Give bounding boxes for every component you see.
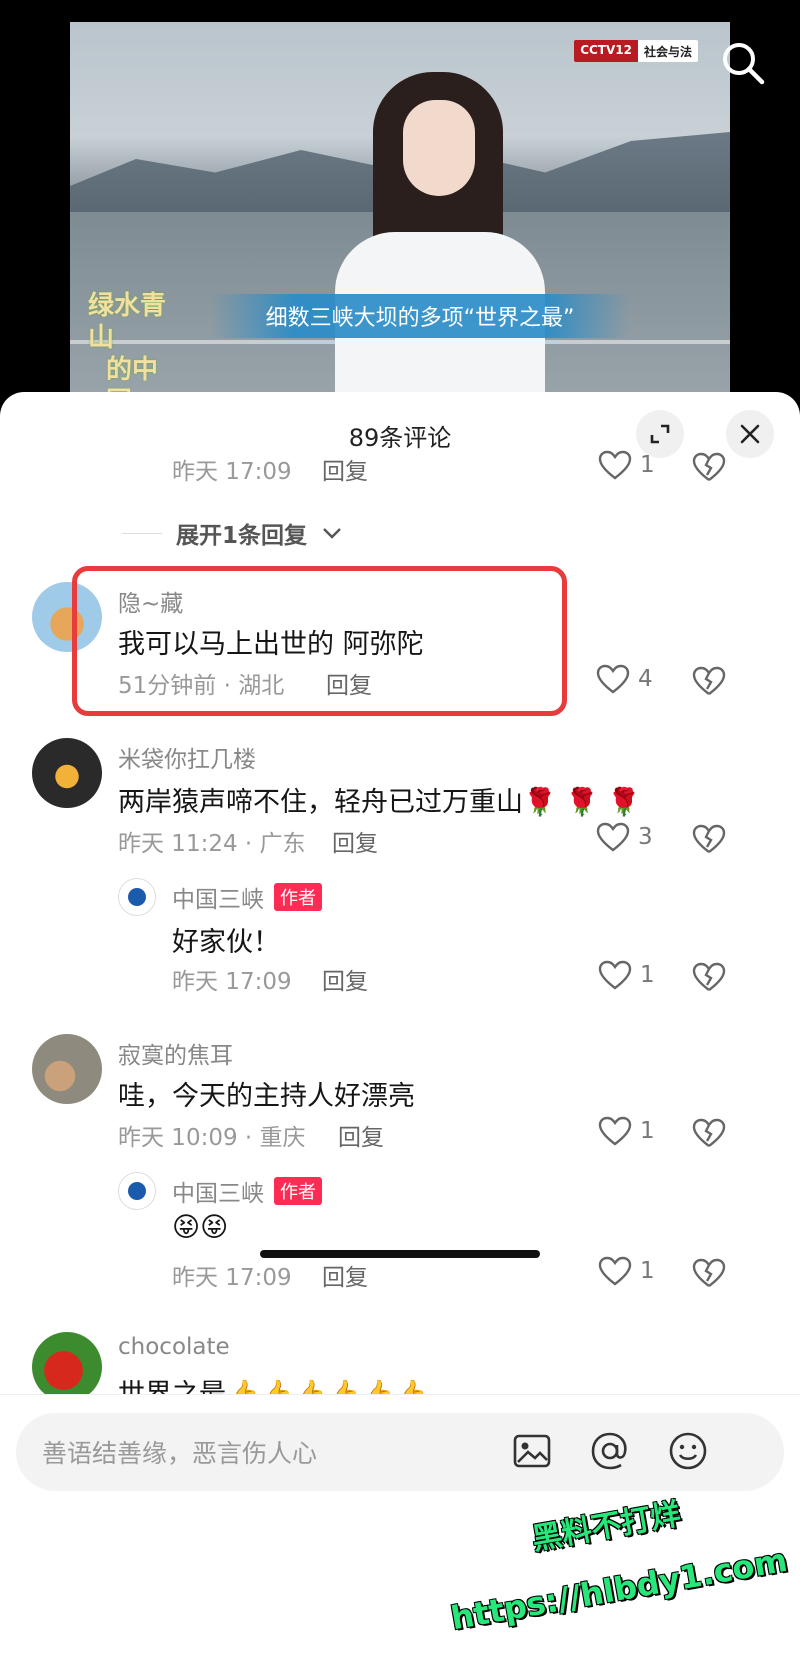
- close-button[interactable]: [726, 410, 774, 458]
- mention-icon[interactable]: [588, 1429, 632, 1473]
- avatar[interactable]: [118, 1172, 156, 1210]
- reply-username[interactable]: 中国三峡 作者: [172, 1174, 322, 1208]
- channel-logo: CCTV12 社会与法: [574, 40, 698, 62]
- heart-icon: [598, 1256, 632, 1286]
- comment-meta: 昨天 10:09 · 重庆: [118, 1125, 306, 1151]
- comment-text: 哇，今天的主持人好漂亮: [118, 1081, 415, 1112]
- like-count: 4: [638, 666, 653, 692]
- image-icon[interactable]: [510, 1429, 554, 1473]
- reply-time: 昨天 17:09: [172, 459, 292, 485]
- reply-button[interactable]: 回复: [322, 1258, 368, 1292]
- expand-icon: [650, 424, 670, 444]
- reply-time: 昨天 17:09: [172, 969, 292, 995]
- broken-heart-icon[interactable]: [692, 824, 726, 854]
- home-indicator: [260, 1250, 540, 1258]
- chevron-down-icon: [323, 528, 341, 539]
- like-count: 1: [640, 1258, 655, 1284]
- video-player[interactable]: CCTV12 社会与法 绿水青山 的中国 细数三峡大坝的多项“世界之最”: [70, 22, 730, 402]
- expand-replies-label: 展开1条回复: [176, 523, 308, 549]
- like-button[interactable]: 4: [596, 664, 653, 694]
- like-button[interactable]: 1: [598, 1256, 655, 1286]
- expand-replies-button[interactable]: 展开1条回复: [122, 516, 343, 550]
- reply-text: 好家伙！: [172, 927, 280, 958]
- broken-heart-icon[interactable]: [692, 1118, 726, 1148]
- like-button[interactable]: 1: [598, 1116, 655, 1146]
- author-badge: 作者: [274, 883, 322, 911]
- divider: [122, 532, 162, 534]
- comment-username[interactable]: 寂寞的焦耳: [118, 1036, 233, 1070]
- video-presenter: [325, 62, 555, 402]
- heart-icon: [596, 822, 630, 852]
- search-icon[interactable]: [718, 38, 768, 88]
- like-count: 3: [638, 824, 653, 850]
- heart-icon: [598, 450, 632, 480]
- reply-username[interactable]: 中国三峡 作者: [172, 880, 322, 914]
- like-button[interactable]: 1: [598, 960, 655, 990]
- avatar[interactable]: [32, 1034, 102, 1104]
- comment-text: 两岸猿声啼不住，轻舟已过万重山🌹 🌹 🌹: [118, 787, 642, 818]
- like-button[interactable]: 3: [596, 822, 653, 852]
- channel-logo-text: CCTV12: [574, 40, 638, 62]
- avatar[interactable]: [32, 1332, 102, 1402]
- channel-name: 社会与法: [637, 40, 698, 62]
- video-caption: 细数三峡大坝的多项“世界之最”: [210, 294, 630, 338]
- comment-username[interactable]: 米袋你扛几楼: [118, 740, 256, 774]
- comment-input-placeholder: 善语结善缘，恶言伤人心: [42, 1439, 318, 1468]
- reply-button[interactable]: 回复: [322, 452, 368, 486]
- like-count: 1: [640, 1118, 655, 1144]
- reply-text: 😝😝: [172, 1212, 229, 1243]
- reply-button[interactable]: 回复: [322, 962, 368, 996]
- heart-icon: [598, 1116, 632, 1146]
- like-button[interactable]: 1: [598, 450, 655, 480]
- like-count: 1: [640, 452, 655, 478]
- broken-heart-icon[interactable]: [692, 666, 726, 696]
- comment-username[interactable]: chocolate: [118, 1334, 230, 1360]
- program-logo: 绿水青山 的中国: [88, 291, 167, 402]
- comment-meta: 昨天 11:24 · 广东: [118, 831, 306, 857]
- heart-icon: [596, 664, 630, 694]
- author-badge: 作者: [274, 1177, 322, 1205]
- close-icon: [740, 424, 760, 444]
- broken-heart-icon[interactable]: [692, 1258, 726, 1288]
- screen: CCTV12 社会与法 绿水青山 的中国 细数三峡大坝的多项“世界之最” 89条…: [0, 0, 800, 1658]
- broken-heart-icon[interactable]: [692, 962, 726, 992]
- avatar[interactable]: [118, 878, 156, 916]
- reply-time: 昨天 17:09: [172, 1265, 292, 1291]
- broken-heart-icon[interactable]: [692, 452, 726, 482]
- highlight-box: [72, 566, 567, 716]
- emoji-icon[interactable]: [666, 1429, 710, 1473]
- like-count: 1: [640, 962, 655, 988]
- avatar[interactable]: [32, 738, 102, 808]
- comment-sheet: 89条评论 昨天 17:09 回复 1 展开1条回复 隐~藏 我可以马上出世的 …: [0, 392, 800, 1658]
- reply-button[interactable]: 回复: [338, 1118, 384, 1152]
- reply-button[interactable]: 回复: [332, 824, 378, 858]
- heart-icon: [598, 960, 632, 990]
